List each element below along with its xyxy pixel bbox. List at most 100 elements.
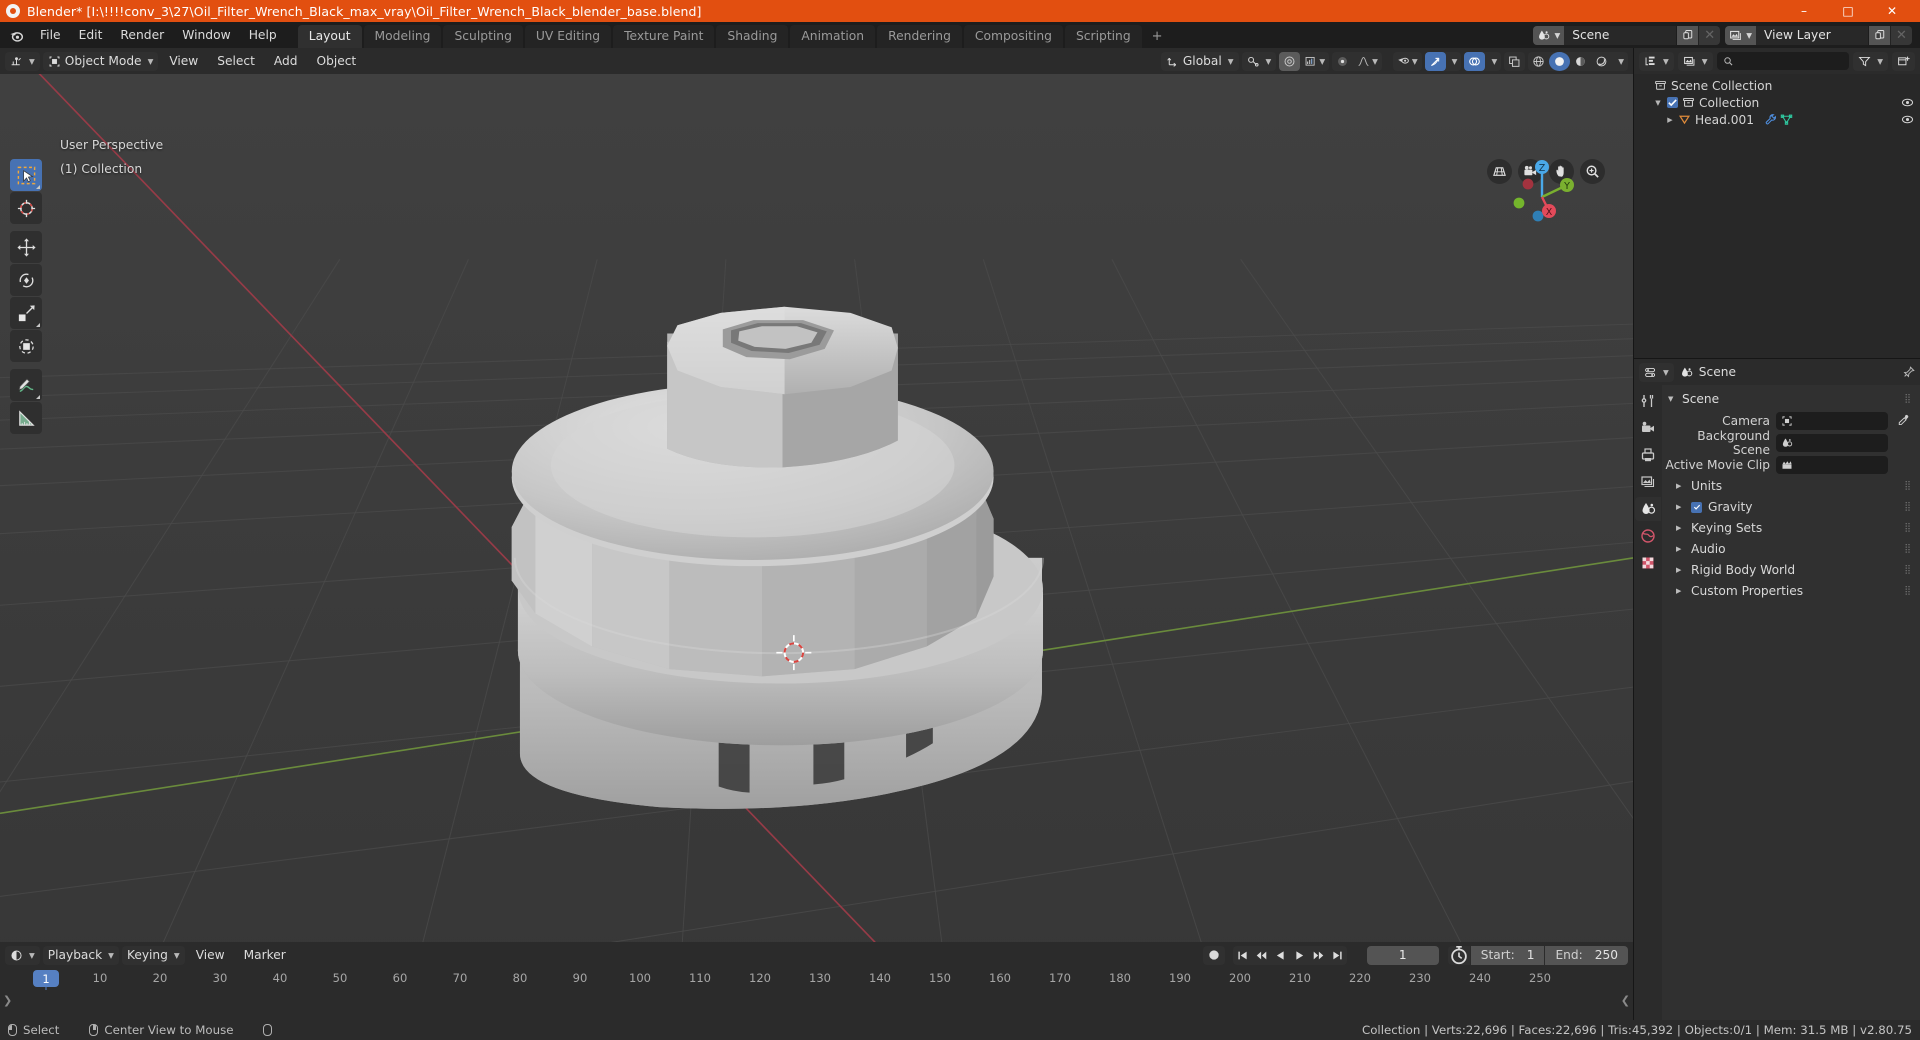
- properties-tab-world[interactable]: [1635, 524, 1661, 548]
- outliner-row-head001[interactable]: ▶ Head.001: [1634, 111, 1920, 128]
- jump-to-end-button[interactable]: [1328, 946, 1347, 965]
- proportional-edit-toggle[interactable]: [1279, 52, 1300, 71]
- background-scene-field[interactable]: [1776, 434, 1888, 452]
- tool-select-box[interactable]: [10, 159, 42, 191]
- 3d-viewport[interactable]: User Perspective (1) Collection: [0, 74, 1633, 942]
- falloff-enable-icon[interactable]: [1332, 52, 1353, 71]
- menu-file[interactable]: File: [31, 25, 70, 45]
- transform-orientation-button[interactable]: Global ▼: [1161, 52, 1239, 71]
- new-view-layer-button[interactable]: [1868, 26, 1890, 45]
- timeline-body[interactable]: ❯ ❮ 102030405060708090100110120130140150…: [0, 968, 1633, 1020]
- overlay-options-button[interactable]: ▼: [1485, 52, 1501, 71]
- timeline-menu-playback[interactable]: Playback ▼: [43, 946, 119, 965]
- menu-window[interactable]: Window: [173, 25, 240, 45]
- panel-drag-dots[interactable]: ⣿: [1904, 544, 1912, 554]
- view-layer-icon[interactable]: ▼: [1725, 26, 1756, 45]
- proportional-falloff-button[interactable]: ▼: [1300, 52, 1329, 71]
- subpanel-rigid-body-world[interactable]: ▶ Rigid Body World ⣿: [1662, 560, 1920, 580]
- current-frame-field[interactable]: 1: [1367, 946, 1439, 965]
- shading-rendered-icon[interactable]: [1591, 52, 1612, 71]
- tab-texture-paint[interactable]: Texture Paint: [613, 25, 714, 48]
- gizmo-options-button[interactable]: ▼: [1446, 52, 1462, 71]
- jump-to-next-keyframe-button[interactable]: [1309, 946, 1328, 965]
- timeline-editor-type-button[interactable]: ▼: [5, 946, 40, 965]
- timeline-menu-marker[interactable]: Marker: [236, 946, 294, 964]
- view-layer-selector[interactable]: ▼ View Layer ✕: [1725, 26, 1912, 45]
- tool-rotate[interactable]: [10, 264, 42, 296]
- outliner-search-input[interactable]: [1717, 52, 1850, 70]
- visibility-eye-icon[interactable]: [1901, 96, 1914, 109]
- play-button[interactable]: [1290, 946, 1309, 965]
- outliner-editor-type-button[interactable]: ▼: [1639, 52, 1674, 71]
- tab-uv-editing[interactable]: UV Editing: [525, 25, 611, 48]
- properties-editor-type-button[interactable]: ▼: [1639, 363, 1674, 382]
- visibility-eye-icon[interactable]: [1901, 113, 1914, 126]
- collection-checkbox[interactable]: [1664, 97, 1680, 108]
- play-reverse-button[interactable]: [1271, 946, 1290, 965]
- tab-layout[interactable]: Layout: [298, 25, 362, 48]
- navigation-gizmo[interactable]: Z Y X: [1499, 154, 1585, 240]
- shading-options-button[interactable]: ▼: [1612, 52, 1628, 71]
- mesh-data-icon[interactable]: [1778, 113, 1794, 126]
- disclosure-triangle[interactable]: ▶: [1664, 116, 1676, 124]
- eyedropper-icon[interactable]: [1894, 414, 1912, 427]
- falloff-curve-button[interactable]: ▼: [1353, 52, 1382, 71]
- add-workspace-button[interactable]: +: [1144, 25, 1171, 48]
- tab-scripting[interactable]: Scripting: [1065, 25, 1142, 48]
- subpanel-gravity[interactable]: ▶ Gravity ⣿: [1662, 497, 1920, 517]
- viewport-menu-select[interactable]: Select: [209, 52, 263, 70]
- maximize-button[interactable]: □: [1826, 0, 1870, 22]
- tab-animation[interactable]: Animation: [790, 25, 875, 48]
- timeline-menu-view[interactable]: View: [188, 946, 233, 964]
- properties-tab-output[interactable]: [1635, 443, 1661, 467]
- tool-scale[interactable]: [10, 297, 42, 329]
- viewport-menu-object[interactable]: Object: [308, 52, 364, 70]
- outliner-tree[interactable]: Scene Collection ▼ Collection: [1634, 74, 1920, 358]
- tab-shading[interactable]: Shading: [716, 25, 788, 48]
- scene-selector[interactable]: ▼ Scene ✕: [1533, 26, 1720, 45]
- scene-icon[interactable]: ▼: [1533, 26, 1564, 45]
- tab-compositing[interactable]: Compositing: [964, 25, 1063, 48]
- panel-drag-dots[interactable]: ⣿: [1904, 565, 1912, 575]
- outliner-display-mode-button[interactable]: ▼: [1678, 52, 1713, 71]
- timeline-ruler[interactable]: 1020304050607080901001101201301401501601…: [0, 968, 1633, 990]
- tab-modeling[interactable]: Modeling: [364, 25, 442, 48]
- subpanel-keying-sets[interactable]: ▶ Keying Sets ⣿: [1662, 518, 1920, 538]
- end-frame-field[interactable]: End: 250: [1544, 946, 1628, 965]
- scene-panel-header[interactable]: ▼ Scene ⣿: [1662, 389, 1920, 409]
- jump-to-prev-keyframe-button[interactable]: [1252, 946, 1271, 965]
- start-frame-field[interactable]: Start: 1: [1470, 946, 1545, 965]
- viewport-canvas[interactable]: [0, 74, 1633, 942]
- show-gizmo-toggle[interactable]: [1425, 52, 1446, 71]
- panel-drag-dots[interactable]: ⣿: [1904, 523, 1912, 533]
- outliner-row-scene-collection[interactable]: Scene Collection: [1634, 77, 1920, 94]
- shading-material-preview-icon[interactable]: [1570, 52, 1591, 71]
- menu-help[interactable]: Help: [240, 25, 286, 45]
- modifier-wrench-icon[interactable]: [1762, 113, 1778, 126]
- tab-sculpting[interactable]: Sculpting: [443, 25, 522, 48]
- panel-drag-dots[interactable]: ⣿: [1904, 394, 1912, 404]
- tool-cursor[interactable]: [10, 192, 42, 224]
- viewport-menu-view[interactable]: View: [161, 52, 206, 70]
- delete-scene-button[interactable]: ✕: [1698, 26, 1720, 45]
- minimize-button[interactable]: –: [1782, 0, 1826, 22]
- subpanel-units[interactable]: ▶ Units ⣿: [1662, 476, 1920, 496]
- tool-transform[interactable]: [10, 330, 42, 362]
- view-layer-name[interactable]: View Layer: [1756, 26, 1868, 45]
- new-scene-button[interactable]: [1676, 26, 1698, 45]
- interaction-mode-button[interactable]: Object Mode ▼: [43, 52, 159, 71]
- subpanel-audio[interactable]: ▶ Audio ⣿: [1662, 539, 1920, 559]
- snapping-button[interactable]: ▼: [1242, 52, 1277, 71]
- tool-move[interactable]: [10, 231, 42, 263]
- outliner-row-collection[interactable]: ▼ Collection: [1634, 94, 1920, 111]
- menu-render[interactable]: Render: [111, 25, 173, 45]
- properties-tab-view-layer[interactable]: [1635, 470, 1661, 494]
- show-overlays-toggle[interactable]: [1464, 52, 1485, 71]
- jump-to-start-button[interactable]: [1233, 946, 1252, 965]
- pin-icon[interactable]: [1902, 366, 1915, 379]
- timeline-menu-keying[interactable]: Keying ▼: [122, 946, 185, 965]
- panel-drag-dots[interactable]: ⣿: [1904, 481, 1912, 491]
- properties-tab-scene[interactable]: [1635, 497, 1661, 521]
- subpanel-custom-properties[interactable]: ▶ Custom Properties ⣿: [1662, 581, 1920, 601]
- tab-rendering[interactable]: Rendering: [877, 25, 962, 48]
